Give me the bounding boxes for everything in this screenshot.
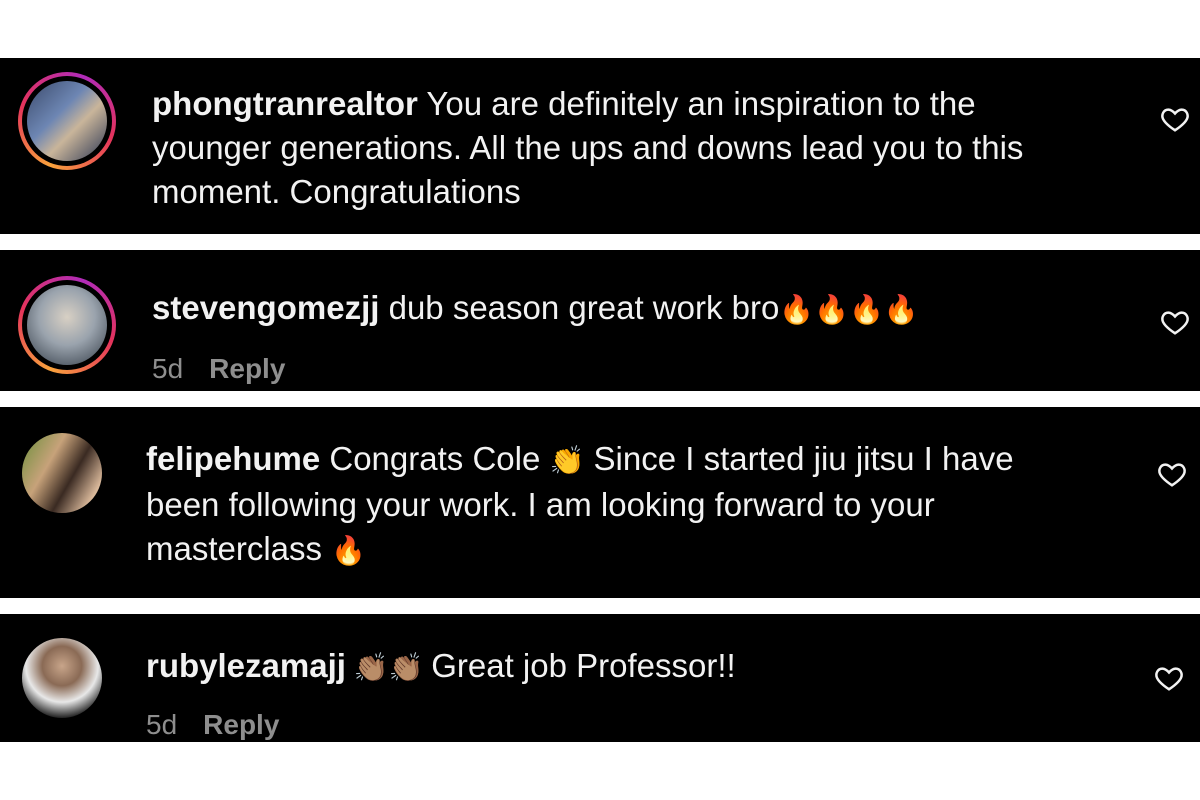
avatar[interactable] [22, 638, 102, 718]
username[interactable]: phongtranrealtor [152, 85, 418, 122]
comment-text: stevengomezjj dub season great work bro🔥… [152, 289, 919, 326]
heart-icon[interactable] [1154, 663, 1184, 693]
comment-4: rubylezamajj 👏🏽👏🏽 Great job Professor!! … [0, 614, 1200, 742]
comment-meta: 5d Reply [146, 708, 279, 742]
timestamp: 5d [146, 709, 178, 740]
heart-icon[interactable] [1160, 104, 1190, 134]
clap-emoji: 👏🏽👏🏽 [345, 652, 432, 683]
comment-3: felipehume Congrats Cole 👏 Since I start… [0, 407, 1200, 598]
fire-emoji: 🔥 [331, 535, 367, 566]
comment-text: rubylezamajj 👏🏽👏🏽 Great job Professor!! [146, 647, 736, 684]
avatar [27, 81, 107, 161]
heart-icon[interactable] [1160, 307, 1190, 337]
avatar[interactable] [22, 433, 102, 513]
comment-1: phongtranrealtor You are definitely an i… [0, 58, 1200, 234]
username[interactable]: rubylezamajj [146, 647, 346, 684]
avatar-story-ring[interactable] [18, 72, 116, 170]
clap-emoji: 👏 [549, 445, 585, 476]
comment-text: phongtranrealtor You are definitely an i… [152, 85, 1024, 210]
username[interactable]: felipehume [146, 440, 320, 477]
fire-emoji: 🔥🔥🔥🔥 [779, 294, 919, 325]
comment-2: stevengomezjj dub season great work bro🔥… [0, 250, 1200, 391]
username[interactable]: stevengomezjj [152, 289, 379, 326]
timestamp: 5d [152, 353, 184, 384]
comment-meta: 5d Reply [152, 352, 285, 386]
avatar [27, 285, 107, 365]
avatar-story-ring[interactable] [18, 276, 116, 374]
reply-button[interactable]: Reply [209, 353, 285, 384]
comment-text: felipehume Congrats Cole 👏 Since I start… [146, 440, 1014, 567]
reply-button[interactable]: Reply [203, 709, 279, 740]
heart-icon[interactable] [1157, 459, 1187, 489]
